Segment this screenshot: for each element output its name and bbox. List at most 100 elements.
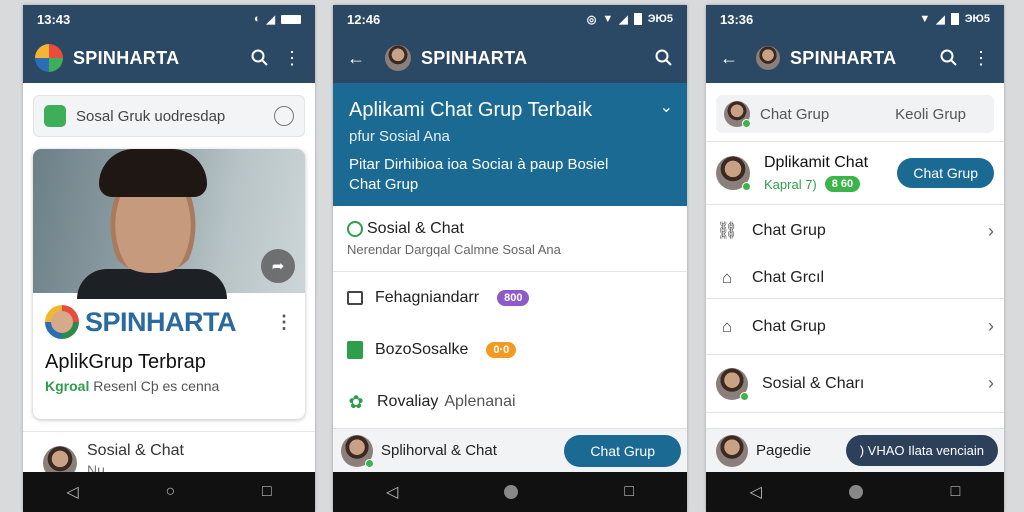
list-item[interactable]: BozoSosalke 0·0: [333, 324, 687, 376]
battery-icon: [950, 13, 959, 25]
square-icon: [347, 291, 363, 305]
share-icon[interactable]: ➦: [261, 249, 295, 283]
profile-sub: Kapral 7): [764, 176, 817, 192]
list-item[interactable]: ⛓ Chat Grup ›: [706, 205, 1004, 257]
list-item[interactable]: ✿ Rovaliay Aplenanai: [333, 376, 687, 428]
search-icon[interactable]: [249, 47, 271, 69]
phone-screen-3: 13:36 ▼ ◢ ЭЮ5 ← SPINHARTA ⋮ Chat Grup Ke…: [706, 5, 1004, 512]
avatar: [756, 46, 780, 70]
avatar: [716, 434, 748, 467]
action-button[interactable]: ) VHAO Ilata venciain: [845, 435, 998, 466]
recents-nav-icon[interactable]: □: [951, 483, 961, 501]
chat-grup-button[interactable]: Chat Grup: [564, 434, 681, 467]
profile-row[interactable]: Dplikamit Chat Kapral 7) 8 60 Chat Grup: [706, 141, 1004, 205]
system-nav-bar: ◁ □: [706, 472, 1004, 512]
avatar: [716, 367, 749, 401]
status-time: 12:46: [347, 11, 381, 27]
alarm-icon: ◐: [253, 13, 261, 25]
app-title: SPINHARTA: [790, 47, 897, 68]
card-title: AplikGrup Terbrap: [45, 351, 206, 373]
status-time: 13:36: [720, 11, 754, 27]
list-item[interactable]: Fehagniandarr 800: [333, 272, 687, 324]
battery-icon: [633, 13, 642, 25]
status-time: 13:43: [37, 11, 71, 27]
status-extra: ЭЮ5: [964, 13, 990, 25]
list-item-sosial-chat[interactable]: Sosial & Chat Nerendar Dargqal Calmne So…: [333, 206, 687, 272]
avatar: [724, 101, 751, 128]
filter-bar: Chat Grup Keoli Grup: [716, 95, 994, 133]
app-logo-icon: [35, 44, 63, 72]
home-nav-icon[interactable]: [849, 485, 864, 499]
system-nav-bar: ◁ □: [333, 472, 687, 512]
back-nav-icon[interactable]: ◁: [66, 482, 78, 502]
count-badge: 800: [497, 290, 530, 306]
footer-label: Splihorval & Chat: [381, 442, 497, 459]
search-icon[interactable]: [938, 47, 960, 69]
home-nav-icon[interactable]: ○: [165, 483, 175, 501]
chip-left[interactable]: Chat Grup: [760, 106, 885, 123]
app-toolbar: ← SPINHARTA ⋮: [706, 33, 1004, 83]
recents-nav-icon[interactable]: □: [262, 483, 272, 501]
profile-photo: ➦: [33, 149, 305, 299]
chat-bubble-icon: [347, 221, 363, 237]
signal-icon: ◢: [936, 13, 945, 26]
search-icon[interactable]: [653, 47, 675, 69]
back-nav-icon[interactable]: ◁: [750, 482, 762, 502]
list-item[interactable]: ⌂ Chat Grup ›: [706, 299, 1004, 355]
bag-icon: ⌂: [721, 267, 733, 287]
hero-desc: Pitar Dirhibioa ioa Sociaı à paup Bosiel…: [349, 156, 609, 193]
status-extra: ЭЮ5: [647, 13, 673, 25]
card-subtitle: Kgroal Resenl Cþ es cenna: [45, 378, 220, 394]
avatar: [385, 45, 411, 71]
more-vert-icon[interactable]: ⋮: [281, 47, 303, 69]
search-field[interactable]: Sosal Gruk uodresdap: [33, 95, 305, 137]
featured-card[interactable]: ➦ SPINHARTA ⋮ AplikGrup Terbrap Kgroal R…: [33, 149, 305, 419]
app-title: SPINHARTA: [73, 47, 180, 68]
wifi-icon: ▼: [919, 13, 931, 25]
signal-icon: ◢: [266, 13, 275, 26]
app-badge-icon: [44, 105, 66, 127]
chevron-right-icon: ›: [988, 220, 994, 241]
back-arrow-icon[interactable]: ←: [718, 47, 740, 69]
compass-icon[interactable]: [274, 106, 294, 126]
app-toolbar: SPINHARTA ⋮: [23, 33, 315, 83]
signal-icon: ◢: [619, 13, 628, 26]
more-vert-icon[interactable]: ⋮: [275, 312, 293, 333]
back-nav-icon[interactable]: ◁: [386, 482, 398, 502]
profile-name: Dplikamit Chat: [764, 154, 869, 171]
alarm-icon: ◎: [586, 13, 597, 26]
status-badge: 8 60: [824, 176, 861, 192]
back-arrow-icon[interactable]: ←: [345, 47, 367, 69]
home-nav-icon[interactable]: [504, 485, 519, 499]
wifi-icon: ▼: [602, 13, 614, 25]
chevron-right-icon: ›: [988, 316, 994, 336]
list-item-title: Sosial & Chat: [87, 442, 184, 459]
status-bar: 13:36 ▼ ◢ ЭЮ5: [706, 5, 1004, 33]
app-title: SPINHARTA: [421, 47, 528, 68]
hero-banner: Aplikami Chat Grup Terbaik ⌄ pfur Sosial…: [333, 83, 687, 206]
avatar: [341, 434, 374, 468]
chevron-down-icon[interactable]: ⌄: [660, 97, 673, 117]
chevron-right-icon: ›: [988, 373, 994, 393]
count-badge: 0·0: [486, 342, 517, 358]
status-bar: 12:46 ◎ ▼ ◢ ЭЮ5: [333, 5, 687, 33]
brand-name: SPINHARTA: [85, 306, 237, 337]
puzzle-icon: ✿: [348, 391, 364, 412]
bottom-action-bar: Pagedie ) VHAO Ilata venciain: [706, 428, 1004, 472]
system-nav-bar: ◁ ○ □: [23, 472, 315, 512]
chat-grup-button[interactable]: Chat Grup: [897, 158, 994, 188]
app-toolbar: ← SPINHARTA: [333, 33, 687, 83]
avatar: [716, 156, 751, 191]
footer-label: Pagedie: [756, 442, 812, 459]
home-icon: ⌂: [721, 316, 733, 336]
hero-subtitle: pfur Sosial Ana: [349, 128, 450, 145]
list-item[interactable]: ⌂ Chat Grcıl: [706, 257, 1004, 299]
recents-nav-icon[interactable]: □: [624, 483, 634, 501]
chip-right[interactable]: Keoli Grup: [895, 106, 966, 123]
phone-screen-1: 13:43 ◐ ◢ SPINHARTA ⋮ Sosal Gruk uodresd…: [23, 5, 315, 512]
status-bar: 13:43 ◐ ◢: [23, 5, 315, 33]
phone-screen-2: 12:46 ◎ ▼ ◢ ЭЮ5 ← SPINHARTA Aplikami Cha…: [333, 5, 687, 512]
bottom-action-bar: Splihorval & Chat Chat Grup: [333, 428, 687, 472]
more-vert-icon[interactable]: ⋮: [970, 47, 992, 69]
list-item[interactable]: Sosial & Charı ›: [706, 355, 1004, 413]
